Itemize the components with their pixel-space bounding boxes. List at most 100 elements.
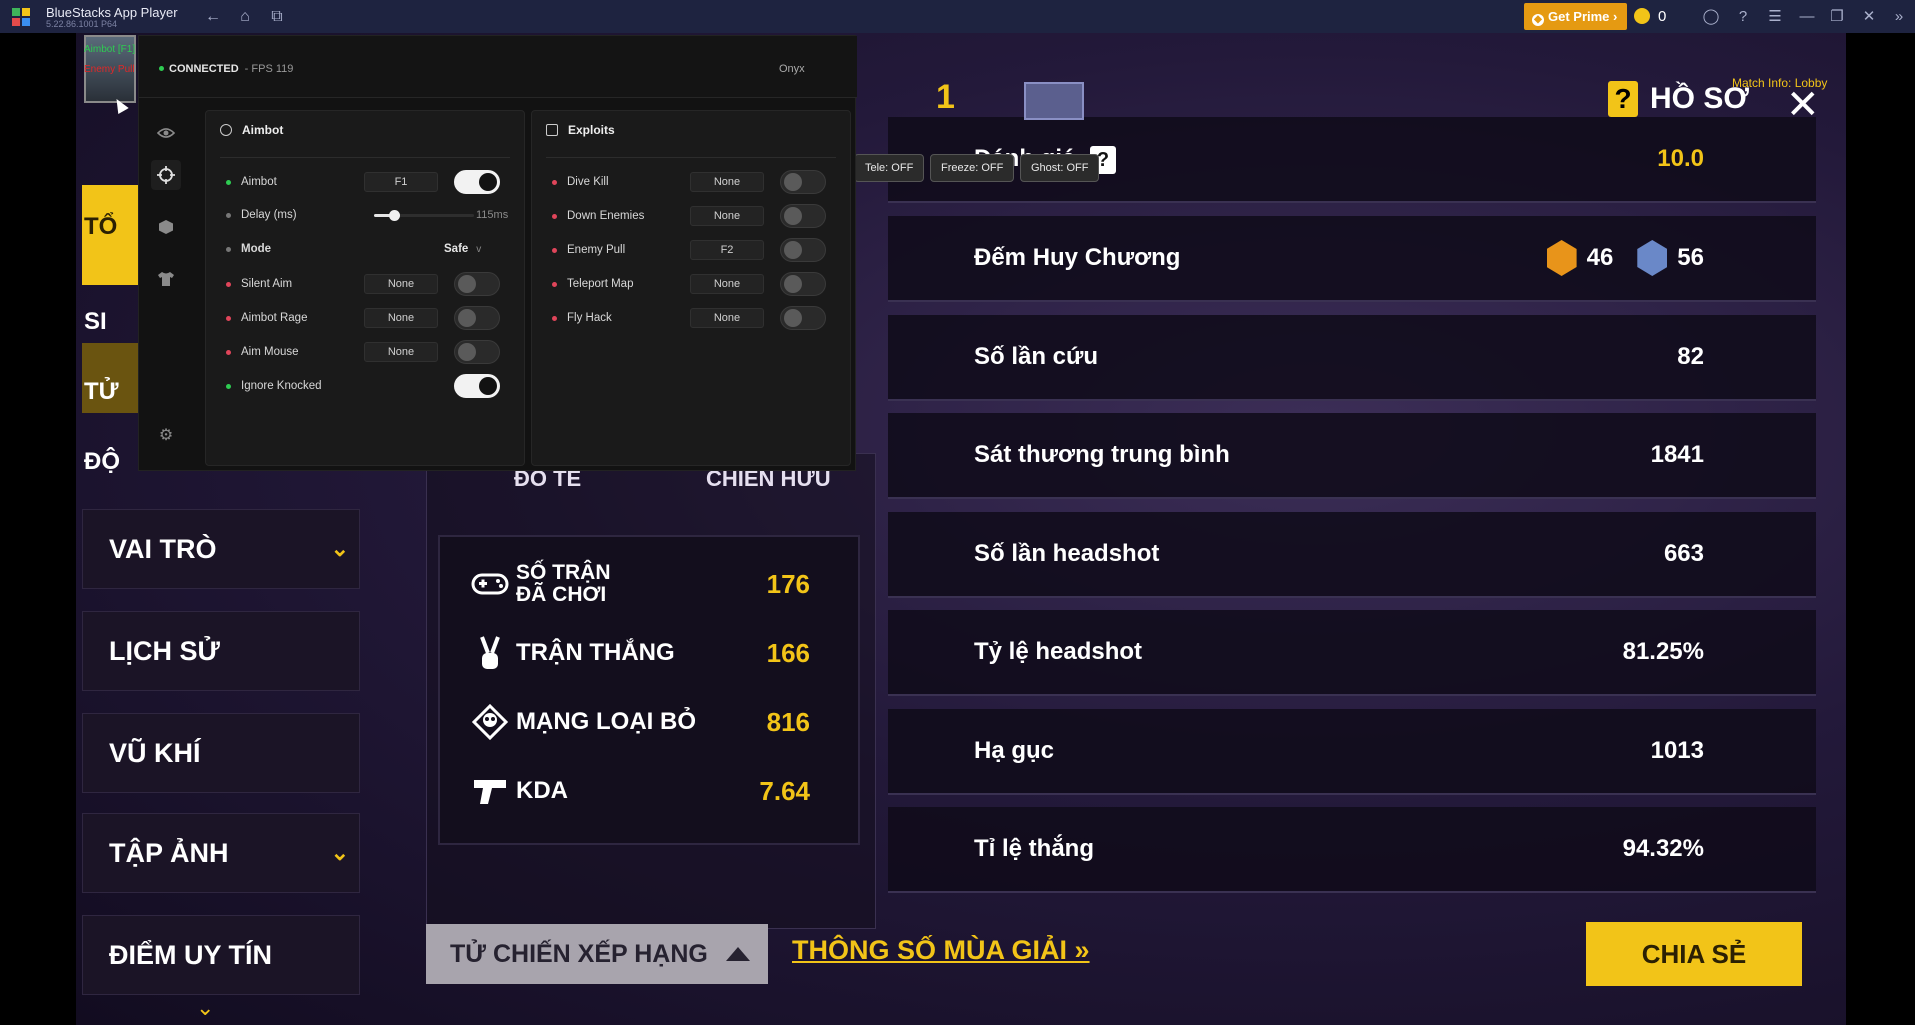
- aim-mouse-toggle[interactable]: [454, 340, 500, 364]
- keybind-button[interactable]: F2: [690, 240, 764, 260]
- shirt-icon[interactable]: [151, 264, 181, 294]
- row-ignore-knocked: Ignore Knocked: [226, 373, 516, 399]
- cube-icon: [546, 124, 558, 136]
- enemy-pull-toggle[interactable]: [780, 238, 826, 262]
- app-version: 5.22.86.1001 P64: [46, 19, 118, 29]
- triangle-up-icon: [726, 947, 750, 961]
- close-icon[interactable]: ✕: [1786, 85, 1820, 125]
- row-aimbot-rage: Aimbot Rage None: [226, 305, 516, 331]
- detail-row-avg-damage: Sát thương trung bình 1841: [888, 413, 1816, 499]
- stat-value: 176: [766, 568, 810, 599]
- ranked-mode-button[interactable]: TỬ CHIẾN XẾP HẠNG: [426, 924, 768, 984]
- nav-partial-1[interactable]: TỔ: [84, 213, 117, 241]
- ghost-toggle-button[interactable]: Ghost: OFF: [1020, 154, 1100, 182]
- keybind-button[interactable]: None: [690, 308, 764, 328]
- coin-balance[interactable]: 0: [1634, 6, 1666, 28]
- multi-instance-icon[interactable]: ⧉: [266, 6, 288, 28]
- season-stats-link[interactable]: THÔNG SỐ MÙA GIẢI »: [792, 935, 1090, 966]
- status-dot-icon: [226, 179, 231, 185]
- keybind-button[interactable]: None: [690, 172, 764, 192]
- close-window-icon[interactable]: ✕: [1858, 6, 1880, 28]
- ignore-knocked-toggle[interactable]: [454, 374, 500, 398]
- row-aim-mouse: Aim Mouse None: [226, 339, 516, 365]
- silver-medal-icon: [1637, 240, 1668, 276]
- status-dot-icon: [226, 349, 231, 355]
- double-chevron-right-icon: »: [1074, 935, 1090, 965]
- detail-value: 1841: [1650, 441, 1704, 468]
- keybind-button[interactable]: None: [364, 342, 438, 362]
- nav-lich-su[interactable]: LỊCH SỬ: [82, 611, 360, 691]
- row-teleport-map: Teleport Map None: [552, 271, 842, 297]
- nav-partial-3[interactable]: TỬ: [84, 378, 119, 406]
- status-dot-icon: [226, 383, 231, 389]
- status-dot-icon: [159, 66, 164, 71]
- delay-slider[interactable]: [374, 209, 474, 221]
- detail-value: 81.25%: [1622, 638, 1704, 665]
- nav-vu-khi[interactable]: VŨ KHÍ: [82, 713, 360, 793]
- row-fly-hack: Fly Hack None: [552, 305, 842, 331]
- fly-hack-toggle[interactable]: [780, 306, 826, 330]
- minimize-icon[interactable]: —: [1796, 6, 1818, 28]
- freeze-toggle-button[interactable]: Freeze: OFF: [930, 154, 1015, 182]
- dive-kill-toggle[interactable]: [780, 170, 826, 194]
- keybind-button[interactable]: None: [690, 274, 764, 294]
- menu-icon[interactable]: ☰: [1764, 6, 1786, 28]
- home-icon[interactable]: ⌂: [234, 6, 256, 28]
- stat-value: 7.64: [759, 775, 810, 806]
- help-icon[interactable]: ?: [1608, 81, 1638, 117]
- keybind-button[interactable]: None: [364, 274, 438, 294]
- tele-toggle-button[interactable]: Tele: OFF: [854, 154, 925, 182]
- detail-row-knockdowns: Hạ gục 1013: [888, 709, 1816, 795]
- back-icon[interactable]: ←: [202, 6, 224, 28]
- crosshair-icon[interactable]: [151, 160, 181, 190]
- app-title: BlueStacks App Player: [46, 5, 178, 20]
- nav-diem-uy-tin[interactable]: ĐIỂM UY TÍN: [82, 915, 360, 995]
- status-dot-icon: [552, 179, 557, 185]
- keybind-button[interactable]: None: [364, 308, 438, 328]
- share-button[interactable]: CHIA SẺ: [1586, 922, 1802, 986]
- nav-partial-2[interactable]: SI: [84, 308, 107, 336]
- help-icon[interactable]: ?: [1732, 6, 1754, 28]
- exploits-panel-title: Exploits: [546, 123, 615, 137]
- nav-tap-anh[interactable]: TẬP ẢNH ⌄: [82, 813, 360, 893]
- delay-value: 115ms: [476, 209, 509, 221]
- detail-row-win-rate: Tỉ lệ thắng 94.32%: [888, 807, 1816, 893]
- scroll-down-chevron-icon[interactable]: ⌄: [196, 995, 214, 1021]
- silent-aim-toggle[interactable]: [454, 272, 500, 296]
- down-enemies-toggle[interactable]: [780, 204, 826, 228]
- account-icon[interactable]: ◯: [1700, 6, 1722, 28]
- get-prime-button[interactable]: ◆ Get Prime ›: [1524, 3, 1627, 30]
- detail-row-headshot-rate: Tỷ lệ headshot 81.25%: [888, 610, 1816, 696]
- detail-row-medals: Đếm Huy Chương 46 56: [888, 216, 1816, 302]
- status-dot-icon: [552, 247, 557, 253]
- keybind-button[interactable]: F1: [364, 172, 438, 192]
- settings-gear-icon[interactable]: ⚙: [151, 420, 181, 450]
- mode-select[interactable]: Safe v: [444, 243, 481, 255]
- aimbot-toggle[interactable]: [454, 170, 500, 194]
- teleport-map-toggle[interactable]: [780, 272, 826, 296]
- overlay-header: CONNECTED - FPS 119 Onyx: [139, 36, 857, 98]
- aimbot-panel: Aimbot Aimbot F1 Delay (ms) 115ms Mode S…: [205, 110, 525, 466]
- detail-value: 82: [1677, 343, 1704, 370]
- divider: [546, 157, 836, 158]
- sidebar-toggle-icon[interactable]: »: [1888, 6, 1910, 28]
- stat-row-matches: SỐ TRẬN ĐÃ CHƠI 176: [470, 559, 850, 609]
- cube-icon[interactable]: [151, 212, 181, 242]
- row-dive-kill: Dive Kill None: [552, 169, 842, 195]
- chevron-down-icon: ⌄: [330, 536, 349, 561]
- detail-value: 1013: [1650, 737, 1704, 764]
- letterbox-left: [0, 33, 76, 1025]
- eye-icon[interactable]: [151, 118, 181, 148]
- chevron-down-icon: ⌄: [330, 840, 349, 865]
- exploits-panel: Exploits Dive Kill None Down Enemies Non…: [531, 110, 851, 466]
- aimbot-rage-toggle[interactable]: [454, 306, 500, 330]
- status-dot-icon: [226, 246, 231, 252]
- restore-icon[interactable]: ❐: [1826, 6, 1848, 28]
- keybind-button[interactable]: None: [690, 206, 764, 226]
- bluestacks-titlebar: BlueStacks App Player 5.22.86.1001 P64 ←…: [0, 0, 1915, 33]
- detail-value: 94.32%: [1622, 835, 1704, 862]
- nav-partial-4[interactable]: ĐỘ: [84, 448, 120, 476]
- nav-vai-tro[interactable]: VAI TRÒ ⌄: [82, 509, 360, 589]
- detail-value: 663: [1663, 540, 1704, 567]
- crosshair-icon: [220, 124, 232, 136]
